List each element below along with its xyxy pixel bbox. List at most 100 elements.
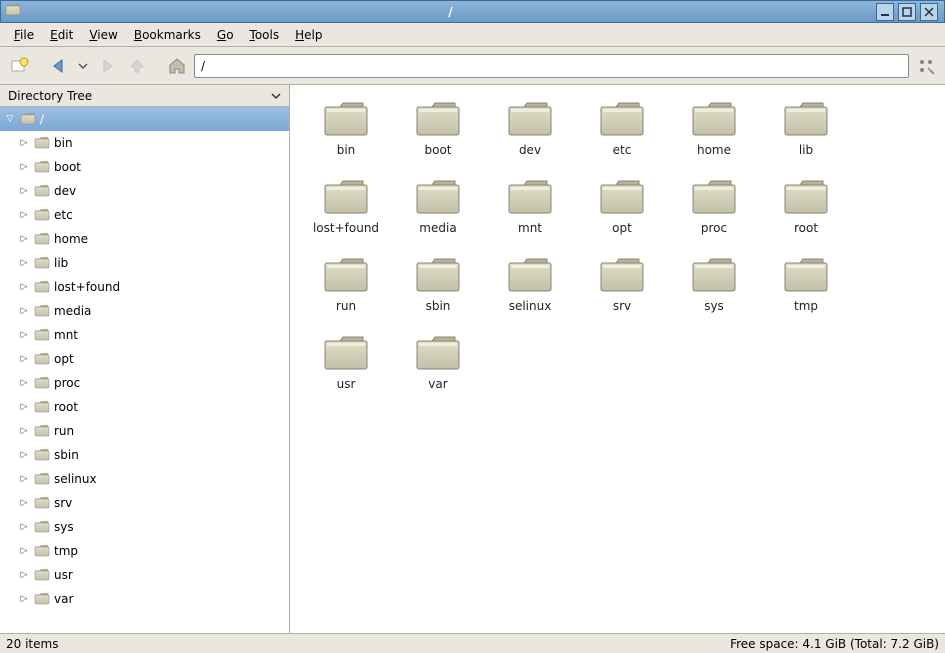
expand-icon[interactable]: ▷ xyxy=(18,474,30,484)
close-button[interactable] xyxy=(920,3,938,21)
folder-label: root xyxy=(794,221,818,235)
path-input[interactable]: / xyxy=(194,54,909,78)
folder-item[interactable]: srv xyxy=(576,255,668,333)
minimize-button[interactable] xyxy=(876,3,894,21)
folder-label: dev xyxy=(519,143,541,157)
folder-icon xyxy=(598,255,646,295)
content-pane[interactable]: binboot dev etc home lib lost+found media mntop… xyxy=(290,85,945,633)
expand-icon[interactable]: ▷ xyxy=(18,402,30,412)
folder-item[interactable]: bin xyxy=(300,99,392,177)
menu-edit[interactable]: Edit xyxy=(42,26,81,44)
expand-icon[interactable]: ▷ xyxy=(18,282,30,292)
home-button[interactable] xyxy=(164,53,190,79)
menu-go[interactable]: Go xyxy=(209,26,242,44)
tree-item[interactable]: ▷run xyxy=(0,419,289,443)
tree-item[interactable]: ▷home xyxy=(0,227,289,251)
tree-item[interactable]: ▷lib xyxy=(0,251,289,275)
back-button[interactable] xyxy=(46,53,72,79)
tree-item[interactable]: ▷root xyxy=(0,395,289,419)
folder-item[interactable]: etc xyxy=(576,99,668,177)
expand-icon[interactable]: ▷ xyxy=(18,426,30,436)
folder-item[interactable]: home xyxy=(668,99,760,177)
folder-item[interactable]: sys xyxy=(668,255,760,333)
folder-item[interactable]: sbin xyxy=(392,255,484,333)
expand-icon[interactable]: ▷ xyxy=(18,522,30,532)
collapse-icon[interactable]: ▽ xyxy=(4,114,16,124)
expand-icon[interactable]: ▷ xyxy=(18,210,30,220)
expand-icon[interactable]: ▷ xyxy=(18,378,30,388)
folder-item[interactable]: lost+found xyxy=(300,177,392,255)
expand-icon[interactable]: ▷ xyxy=(18,162,30,172)
expand-icon[interactable]: ▷ xyxy=(18,450,30,460)
folder-label: lost+found xyxy=(313,221,379,235)
expand-icon[interactable]: ▷ xyxy=(18,546,30,556)
sidebar: Directory Tree ▽ / ▷bin▷boot▷dev▷etc▷hom… xyxy=(0,85,290,633)
expand-icon[interactable]: ▷ xyxy=(18,594,30,604)
tree-item[interactable]: ▷var xyxy=(0,587,289,611)
folder-icon xyxy=(34,280,50,294)
tree-item[interactable]: ▷sbin xyxy=(0,443,289,467)
expand-icon[interactable]: ▷ xyxy=(18,306,30,316)
expand-icon[interactable]: ▷ xyxy=(18,186,30,196)
tree-item[interactable]: ▷media xyxy=(0,299,289,323)
folder-label: home xyxy=(697,143,731,157)
tree-item-label: mnt xyxy=(54,328,78,342)
tree-item[interactable]: ▷ usr xyxy=(0,563,289,587)
folder-item[interactable]: var xyxy=(392,333,484,411)
tree-item[interactable]: ▷sys xyxy=(0,515,289,539)
tree-root[interactable]: ▽ / xyxy=(0,107,289,131)
expand-icon[interactable]: ▷ xyxy=(18,330,30,340)
folder-item[interactable]: proc xyxy=(668,177,760,255)
folder-item[interactable]: boot xyxy=(392,99,484,177)
tree-item[interactable]: ▷selinux xyxy=(0,467,289,491)
folder-icon xyxy=(782,255,830,295)
folder-item[interactable]: dev xyxy=(484,99,576,177)
folder-icon xyxy=(598,99,646,139)
expand-icon[interactable]: ▷ xyxy=(18,498,30,508)
expand-icon[interactable]: ▷ xyxy=(18,354,30,364)
tree-item[interactable]: ▷bin xyxy=(0,131,289,155)
tree-item[interactable]: ▷etc xyxy=(0,203,289,227)
menu-tools[interactable]: Tools xyxy=(242,26,288,44)
sidebar-header[interactable]: Directory Tree xyxy=(0,85,289,107)
tree-item-label: usr xyxy=(54,568,73,582)
window-title: / xyxy=(27,5,874,19)
tree-item[interactable]: ▷ mnt xyxy=(0,323,289,347)
expand-icon[interactable]: ▷ xyxy=(18,570,30,580)
maximize-button[interactable] xyxy=(898,3,916,21)
expand-icon[interactable]: ▷ xyxy=(18,138,30,148)
view-options-button[interactable] xyxy=(913,53,939,79)
folder-icon xyxy=(414,177,462,217)
folder-icon xyxy=(34,232,50,246)
folder-item[interactable]: media xyxy=(392,177,484,255)
folder-item[interactable]: opt xyxy=(576,177,668,255)
folder-item[interactable]: tmp xyxy=(760,255,852,333)
menu-bookmarks[interactable]: Bookmarks xyxy=(126,26,209,44)
directory-tree[interactable]: ▽ / ▷bin▷boot▷dev▷etc▷home▷lib▷lost+foun… xyxy=(0,107,289,633)
tree-item[interactable]: ▷srv xyxy=(0,491,289,515)
new-tab-button[interactable] xyxy=(6,53,32,79)
path-text: / xyxy=(201,59,205,73)
back-history-button[interactable] xyxy=(76,53,90,79)
tree-item[interactable]: ▷opt xyxy=(0,347,289,371)
folder-item[interactable]: root xyxy=(760,177,852,255)
expand-icon[interactable]: ▷ xyxy=(18,258,30,268)
folder-item[interactable]: selinux xyxy=(484,255,576,333)
folder-item[interactable]: mnt xyxy=(484,177,576,255)
menu-view[interactable]: View xyxy=(81,26,125,44)
tree-item[interactable]: ▷proc xyxy=(0,371,289,395)
tree-item[interactable]: ▷tmp xyxy=(0,539,289,563)
tree-item[interactable]: ▷lost+found xyxy=(0,275,289,299)
folder-item[interactable]: run xyxy=(300,255,392,333)
up-button[interactable] xyxy=(124,53,150,79)
folder-label: media xyxy=(419,221,456,235)
expand-icon[interactable]: ▷ xyxy=(18,234,30,244)
tree-item[interactable]: ▷dev xyxy=(0,179,289,203)
tree-item[interactable]: ▷boot xyxy=(0,155,289,179)
forward-button[interactable] xyxy=(94,53,120,79)
folder-item[interactable]: usr xyxy=(300,333,392,411)
menu-file[interactable]: File xyxy=(6,26,42,44)
menu-help[interactable]: Help xyxy=(287,26,330,44)
folder-icon xyxy=(34,256,50,270)
folder-item[interactable]: lib xyxy=(760,99,852,177)
